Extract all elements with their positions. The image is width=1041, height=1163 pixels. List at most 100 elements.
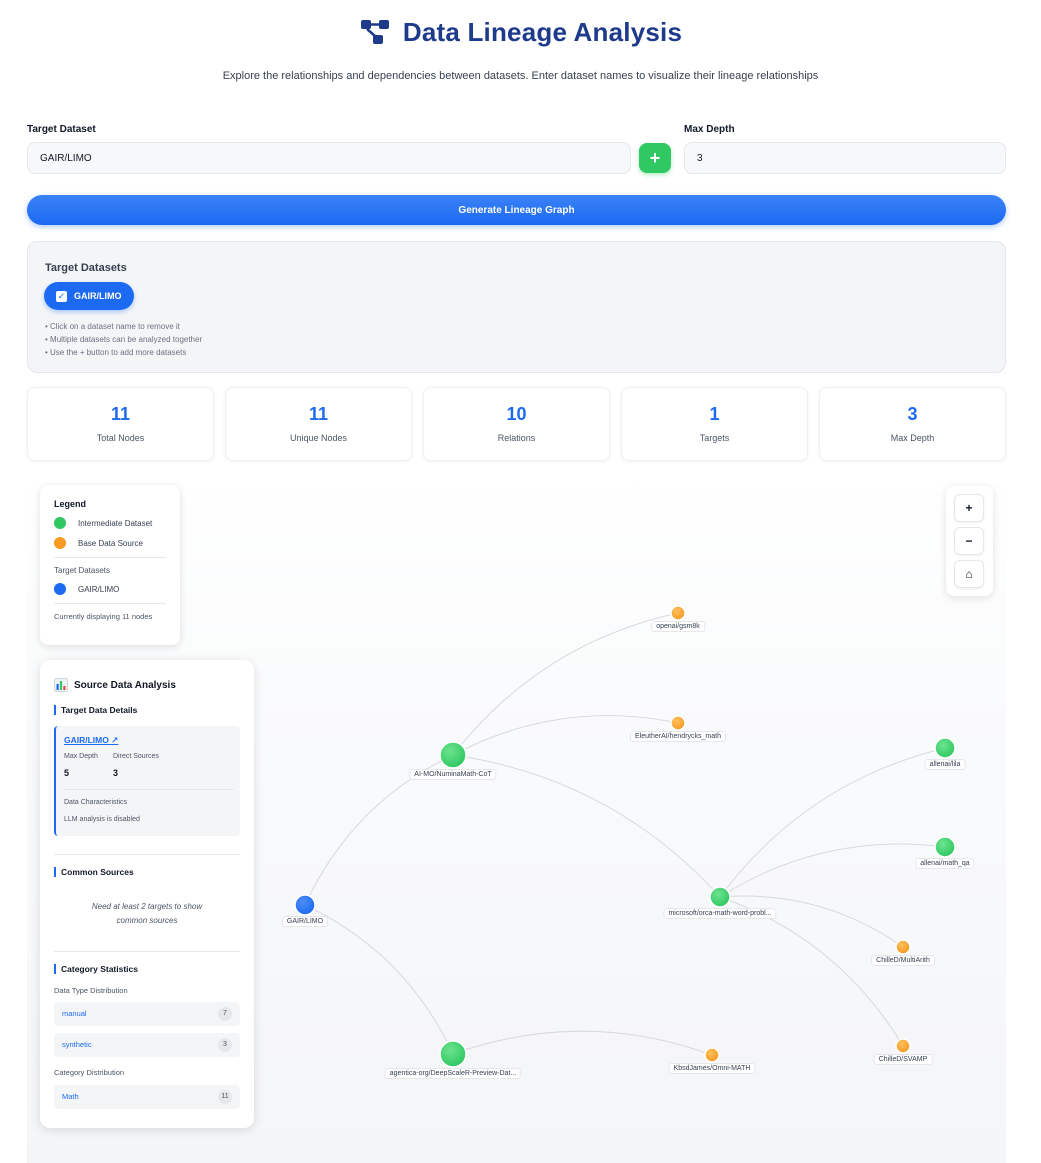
page-header: Data Lineage Analysis Explore the relati… [0,14,1041,83]
reset-view-home-icon[interactable]: ⌂ [954,560,984,588]
data-type-distribution-label: Data Type Distribution [54,986,128,995]
target-chip-gair-limo[interactable]: ✓ GAIR/LIMO [44,282,134,310]
category-statistics-title: Category Statistics [54,964,138,974]
max-depth-label: Max Depth [684,124,735,135]
distribution-count: 7 [218,1007,232,1021]
section-divider [54,951,240,952]
max-depth-input[interactable] [684,142,1006,174]
characteristics-caption: Data Characteristics [64,799,128,806]
characteristics-value: LLM analysis is disabled [64,816,140,823]
target-datasets-title: Target Datasets [45,262,127,274]
graph-edges [304,612,946,1056]
target-hints: • Click on a dataset name to remove it •… [45,320,202,359]
graph-node-svamp[interactable] [895,1038,911,1054]
graph-node-label[interactable]: GAIR/LIMO [281,916,329,927]
hint-item: • Click on a dataset name to remove it [45,322,180,331]
stat-max-depth: 3 Max Depth [819,387,1006,461]
graph-node-mathqa[interactable] [934,836,956,858]
graph-edge [719,895,904,948]
graph-node-multiarith[interactable] [895,939,911,955]
graph-node-label[interactable]: EleutherAI/hendrycks_math [630,731,726,742]
target-dataset-label: Target Dataset [27,124,96,135]
stat-total-nodes: 11 Total Nodes [27,387,214,461]
target-dataset-input[interactable] [27,142,631,174]
category-distribution-label: Category Distribution [54,1068,125,1077]
intermediate-dot-icon [54,517,66,529]
stat-unique-nodes: 11 Unique Nodes [225,387,412,461]
max-depth-value: 5 [64,768,70,778]
legend-item-label: GAIR/LIMO [78,584,120,594]
graph-node-hendrycks[interactable] [670,715,686,731]
stat-value: 11 [110,404,131,424]
common-note-line: common sources [116,916,178,925]
graph-node-omni[interactable] [704,1047,720,1063]
source-analysis-panel: Source Data Analysis Target Data Details… [40,660,254,1128]
legend-title: Legend [54,499,87,509]
stat-label: Relations [497,433,536,443]
legend-divider [54,603,166,604]
graph-node-label[interactable]: microsoft/orca-math-word-probl... [663,908,777,919]
zoom-in-button[interactable]: + [954,494,984,522]
graph-node-label[interactable]: ChilleD/MultiArith [871,955,935,966]
graph-edge [719,747,946,898]
graph-node-label[interactable]: openai/gsm8k [651,621,705,632]
legend-item-label: Base Data Source [78,538,143,548]
stat-value: 11 [308,404,329,424]
legend-item-label: Intermediate Dataset [78,518,153,528]
graph-node-deepscale[interactable] [439,1040,467,1068]
stat-relations: 10 Relations [423,387,610,461]
graph-node-numina[interactable] [439,741,467,769]
add-dataset-button[interactable]: + [639,143,671,173]
generate-lineage-button[interactable]: Generate Lineage Graph [27,195,1006,225]
direct-sources-caption: Direct Sources [113,753,159,760]
legend-item-target: GAIR/LIMO [54,583,166,595]
graph-node-limo[interactable] [294,894,316,916]
target-details-title: Target Data Details [54,705,137,715]
graph-node-label[interactable]: ChilleD/SVAMP [873,1054,933,1065]
stat-label: Unique Nodes [289,433,348,443]
hint-item: • Use the + button to add more datasets [45,348,187,357]
graph-edge [719,843,946,898]
legend-targets-title: Target Datasets [54,566,111,575]
distribution-name: synthetic [62,1040,92,1049]
graph-node-gsm8k[interactable] [670,605,686,621]
stat-value: 3 [907,404,918,424]
graph-node-label[interactable]: AI-MO/NuminaMath-CoT [409,769,497,780]
zoom-out-button[interactable]: − [954,527,984,555]
max-depth-caption: Max Depth [64,753,98,760]
common-sources-title: Common Sources [54,867,134,877]
section-divider [54,854,240,855]
target-dataset-link[interactable]: GAIR/LIMO ↗ [64,735,118,746]
target-detail-card: GAIR/LIMO ↗ Max Depth Direct Sources 5 3… [54,726,240,836]
graph-node-label[interactable]: KbsdJames/Omni-MATH [668,1063,756,1074]
graph-node-label[interactable]: allenai/lila [924,759,966,770]
legend-divider [54,557,166,558]
distribution-count: 11 [218,1090,232,1104]
target-chip-label: GAIR/LIMO [74,291,122,301]
stat-label: Targets [699,433,730,443]
category-row-math[interactable]: Math 11 [54,1085,240,1109]
check-icon: ✓ [56,290,67,302]
zoom-controls: + − ⌂ [946,486,993,596]
common-sources-empty-note: Need at least 2 targets to show common s… [54,900,240,928]
graph-node-label[interactable]: allenai/math_qa [915,858,975,869]
direct-sources-value: 3 [113,768,119,778]
data-type-row-manual[interactable]: manual 7 [54,1002,240,1026]
legend-item-intermediate: Intermediate Dataset [54,517,166,529]
graph-node-lila[interactable] [934,737,956,759]
graph-node-label[interactable]: agentica-org/DeepScaleR-Preview-Dat... [384,1068,522,1079]
graph-edge [304,904,454,1055]
stat-label: Max Depth [890,433,935,443]
distribution-name: manual [62,1009,87,1018]
data-type-row-synthetic[interactable]: synthetic 3 [54,1033,240,1057]
graph-node-orca[interactable] [709,886,731,908]
analysis-title-text: Source Data Analysis [74,679,176,691]
common-note-line: Need at least 2 targets to show [91,902,203,911]
stat-targets: 1 Targets [621,387,808,461]
graph-edge [719,896,904,1047]
graph-nodes[interactable] [294,605,956,1068]
page-title: Data Lineage Analysis [402,16,683,47]
stat-label: Total Nodes [96,433,145,443]
analysis-title: Source Data Analysis [54,678,176,692]
distribution-count: 3 [218,1038,232,1052]
